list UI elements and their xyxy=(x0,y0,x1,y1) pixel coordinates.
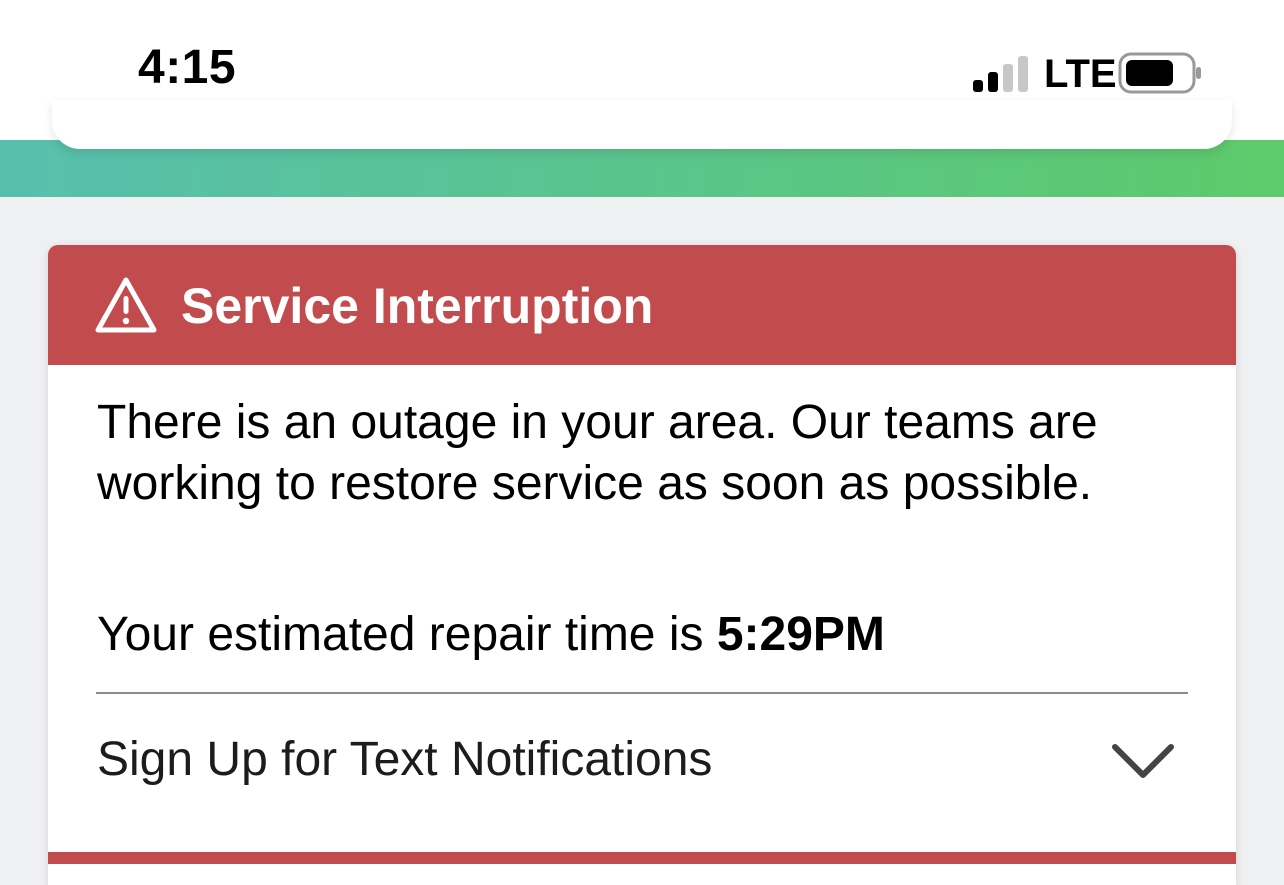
warning-triangle-icon xyxy=(95,277,157,333)
battery-icon xyxy=(1118,52,1201,94)
next-card-edge xyxy=(48,852,1236,864)
estimated-repair-line: Your estimated repair time is 5:29PM xyxy=(97,608,885,662)
text-notifications-label: Sign Up for Text Notifications xyxy=(97,733,713,786)
repair-time-value: 5:29PM xyxy=(716,608,885,661)
alert-header: Service Interruption xyxy=(48,245,1236,365)
cellular-signal-icon xyxy=(973,56,1028,92)
text-notifications-toggle[interactable]: Sign Up for Text Notifications xyxy=(48,694,1236,844)
alert-title: Service Interruption xyxy=(181,278,654,334)
chevron-down-icon[interactable] xyxy=(1110,742,1176,782)
signal-bar-4 xyxy=(1018,56,1028,92)
status-time: 4:15 xyxy=(138,41,237,94)
battery-fill xyxy=(1126,60,1173,86)
service-alert-card: Service Interruption There is an outage … xyxy=(48,245,1236,885)
signal-bar-1 xyxy=(973,80,983,92)
header-card xyxy=(52,100,1232,149)
repair-time-prefix: Your estimated repair time is xyxy=(97,608,717,661)
alert-message: There is an outage in your area. Our tea… xyxy=(97,396,1098,510)
signal-bar-3 xyxy=(1003,64,1013,92)
network-type-label: LTE xyxy=(1044,52,1117,96)
signal-bar-2 xyxy=(988,72,998,92)
